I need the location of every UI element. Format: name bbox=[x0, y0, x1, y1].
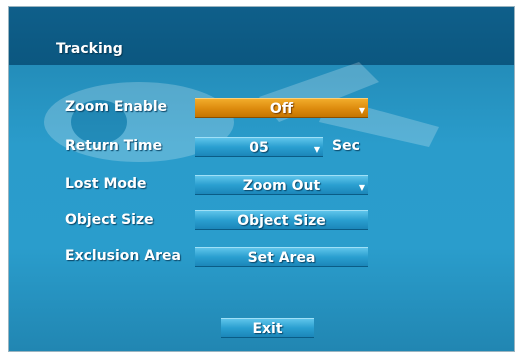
dropdown-indicator-icon: ▼ bbox=[358, 183, 365, 192]
zoom-enable-dropdown[interactable]: Off ▼ bbox=[195, 98, 368, 118]
object-size-button-label: Object Size bbox=[237, 213, 326, 229]
lost-mode-dropdown[interactable]: Zoom Out ▼ bbox=[195, 175, 368, 195]
lost-mode-value: Zoom Out bbox=[242, 178, 321, 194]
return-time-label: Return Time bbox=[65, 138, 163, 154]
set-area-button-label: Set Area bbox=[247, 250, 316, 266]
return-time-value: 05 bbox=[249, 140, 269, 156]
zoom-enable-label: Zoom Enable bbox=[65, 99, 168, 115]
return-time-unit: Sec bbox=[332, 138, 360, 154]
lost-mode-label: Lost Mode bbox=[65, 176, 147, 192]
exclusion-area-label: Exclusion Area bbox=[65, 248, 181, 264]
exit-button-label: Exit bbox=[252, 321, 283, 337]
zoom-enable-value: Off bbox=[269, 101, 294, 117]
menu-title: Tracking bbox=[56, 41, 123, 57]
object-size-label: Object Size bbox=[65, 212, 154, 228]
exit-button[interactable]: Exit bbox=[221, 318, 314, 338]
tracking-menu-panel: Tracking Zoom Enable Off ▼ Return Time 0… bbox=[8, 6, 515, 352]
object-size-button[interactable]: Object Size bbox=[195, 210, 368, 230]
dropdown-indicator-icon: ▼ bbox=[358, 106, 365, 115]
dropdown-indicator-icon: ▼ bbox=[313, 145, 320, 154]
set-area-button[interactable]: Set Area bbox=[195, 247, 368, 267]
return-time-dropdown[interactable]: 05 ▼ bbox=[195, 137, 323, 157]
